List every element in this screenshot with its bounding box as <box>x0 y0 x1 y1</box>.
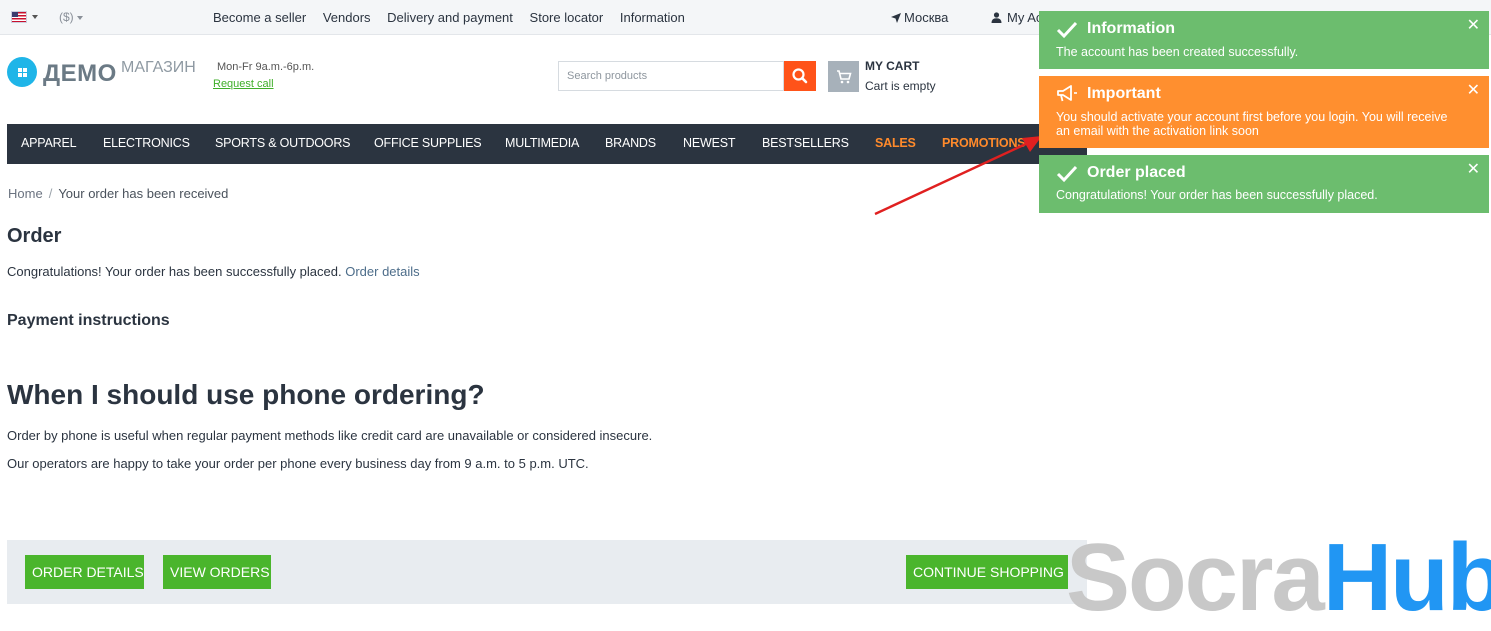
nav-item-brands[interactable]: BRANDS <box>605 136 656 150</box>
location-label: Москва <box>904 10 949 25</box>
cart-status: Cart is empty <box>865 79 936 93</box>
us-flag-icon[interactable] <box>11 11 27 23</box>
order-details-link[interactable]: Order details <box>345 264 419 279</box>
nav-item-electronics[interactable]: ELECTRONICS <box>103 136 190 150</box>
search-box <box>558 61 816 91</box>
watermark-logo: SocraHub <box>1066 530 1491 626</box>
nav-item-multimedia[interactable]: MULTIMEDIA <box>505 136 579 150</box>
nav-item-apparel[interactable]: APPAREL <box>21 136 77 150</box>
nav-item-newest[interactable]: NEWEST <box>683 136 735 150</box>
breadcrumb-home[interactable]: Home <box>8 186 43 201</box>
watermark-text-hub: Hub <box>1322 524 1491 631</box>
nav-item-bestsellers[interactable]: BESTSELLERS <box>762 136 849 150</box>
annotation-arrow-icon <box>874 136 1042 216</box>
phone-ordering-text-2: Our operators are happy to take your ord… <box>7 456 589 471</box>
user-icon <box>991 12 1002 23</box>
search-button[interactable] <box>784 61 816 91</box>
view-orders-button[interactable]: VIEW ORDERS <box>163 555 271 589</box>
close-icon[interactable]: ✕ <box>1467 18 1480 34</box>
top-link-store-locator[interactable]: Store locator <box>530 10 604 25</box>
check-icon <box>1056 165 1078 183</box>
notification-title: Important <box>1087 85 1161 102</box>
notification-order-placed: Order placed Congratulations! Your order… <box>1039 155 1489 213</box>
close-icon[interactable]: ✕ <box>1467 83 1480 99</box>
breadcrumb: Home / Your order has been received <box>8 186 228 201</box>
breadcrumb-separator: / <box>48 186 53 201</box>
cart-icon <box>837 70 852 84</box>
currency-selector[interactable]: ($) <box>59 10 83 24</box>
chevron-down-icon[interactable] <box>32 15 38 19</box>
phone-ordering-text-1: Order by phone is useful when regular pa… <box>7 428 653 443</box>
notification-title: Information <box>1087 20 1175 37</box>
cart-title[interactable]: MY CART <box>865 59 919 73</box>
account-menu[interactable]: My Ac <box>991 10 1042 25</box>
order-confirmation-text: Congratulations! Your order has been suc… <box>7 264 420 279</box>
request-call-link[interactable]: Request call <box>213 78 274 90</box>
notification-important: Important You should activate your accou… <box>1039 76 1489 148</box>
page-title: Order <box>7 225 62 247</box>
watermark-text-socra: Socra <box>1066 524 1325 631</box>
megaphone-icon <box>1057 85 1077 102</box>
congrats-message: Congratulations! Your order has been suc… <box>7 264 342 279</box>
notification-title: Order placed <box>1087 164 1186 181</box>
location-arrow-icon <box>891 13 901 23</box>
account-label: My Ac <box>1007 10 1043 25</box>
logo-text-sub[interactable]: МАГАЗИН <box>121 59 196 77</box>
working-hours: Mon-Fr 9a.m.-6p.m. <box>217 61 315 73</box>
notification-message: The account has been created successfull… <box>1056 45 1299 59</box>
top-link-vendors[interactable]: Vendors <box>323 10 371 25</box>
breadcrumb-current: Your order has been received <box>58 186 229 201</box>
location-selector[interactable]: Москва <box>891 10 948 25</box>
logo-text-main[interactable]: ДЕМО <box>43 60 117 88</box>
logo-icon[interactable] <box>7 57 37 87</box>
close-icon[interactable]: ✕ <box>1467 162 1480 178</box>
top-nav: Become a seller Vendors Delivery and pay… <box>213 10 698 25</box>
payment-instructions-title: Payment instructions <box>7 312 170 329</box>
chevron-down-icon <box>76 15 83 20</box>
search-input[interactable] <box>558 61 784 91</box>
notification-message: You should activate your account first b… <box>1056 110 1448 138</box>
nav-item-sports-outdoors[interactable]: SPORTS & OUTDOORS <box>215 136 350 150</box>
check-icon <box>1056 21 1078 39</box>
search-icon <box>792 68 808 84</box>
cart-button[interactable] <box>828 61 859 92</box>
phone-ordering-title: When I should use phone ordering? <box>7 379 485 410</box>
top-link-delivery[interactable]: Delivery and payment <box>387 10 513 25</box>
order-details-button[interactable]: ORDER DETAILS <box>25 555 144 589</box>
top-link-become-seller[interactable]: Become a seller <box>213 10 306 25</box>
continue-shopping-button[interactable]: CONTINUE SHOPPING <box>906 555 1068 589</box>
notification-information: Information The account has been created… <box>1039 11 1489 69</box>
top-link-information[interactable]: Information <box>620 10 685 25</box>
notification-message: Congratulations! Your order has been suc… <box>1056 188 1378 202</box>
currency-label: ($) <box>59 10 74 24</box>
nav-item-office-supplies[interactable]: OFFICE SUPPLIES <box>374 136 482 150</box>
action-bar: ORDER DETAILS VIEW ORDERS CONTINUE SHOPP… <box>7 540 1087 604</box>
